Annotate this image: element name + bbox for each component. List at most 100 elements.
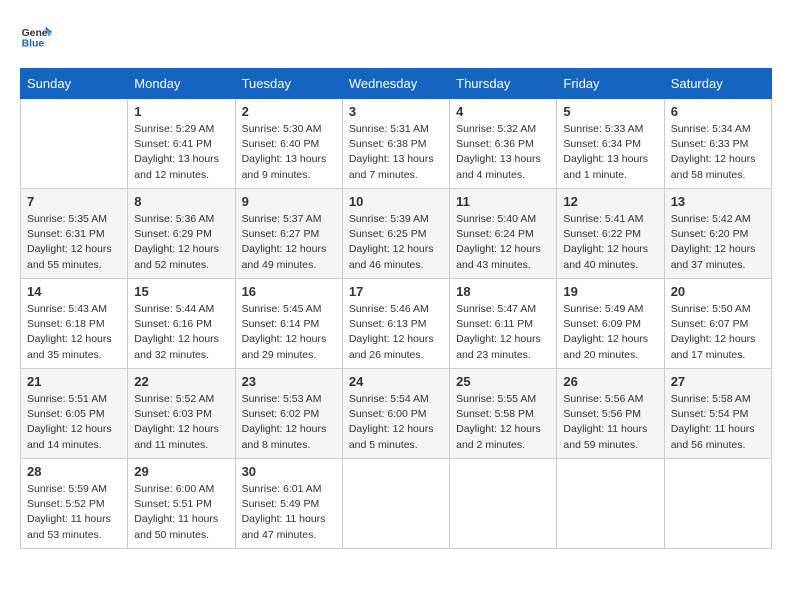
header-friday: Friday [557, 69, 664, 99]
day-number: 29 [134, 464, 228, 479]
day-number: 16 [242, 284, 336, 299]
calendar-header-row: SundayMondayTuesdayWednesdayThursdayFrid… [21, 69, 772, 99]
header-monday: Monday [128, 69, 235, 99]
day-info: Sunrise: 5:29 AMSunset: 6:41 PMDaylight:… [134, 122, 228, 183]
day-number: 20 [671, 284, 765, 299]
day-info: Sunrise: 5:54 AMSunset: 6:00 PMDaylight:… [349, 392, 443, 453]
day-info: Sunrise: 5:45 AMSunset: 6:14 PMDaylight:… [242, 302, 336, 363]
calendar-cell [557, 459, 664, 549]
day-info: Sunrise: 5:55 AMSunset: 5:58 PMDaylight:… [456, 392, 550, 453]
day-info: Sunrise: 5:37 AMSunset: 6:27 PMDaylight:… [242, 212, 336, 273]
day-info: Sunrise: 5:47 AMSunset: 6:11 PMDaylight:… [456, 302, 550, 363]
calendar-week-4: 21Sunrise: 5:51 AMSunset: 6:05 PMDayligh… [21, 369, 772, 459]
calendar-cell: 18 Sunrise: 5:47 AMSunset: 6:11 PMDayligh… [450, 279, 557, 369]
day-info: Sunrise: 5:35 AMSunset: 6:31 PMDaylight:… [27, 212, 121, 273]
header-tuesday: Tuesday [235, 69, 342, 99]
day-number: 9 [242, 194, 336, 209]
calendar-week-5: 28 Sunrise: 5:59 AMSunset: 5:52 PMDayligh… [21, 459, 772, 549]
calendar-cell: 9 Sunrise: 5:37 AMSunset: 6:27 PMDaylight… [235, 189, 342, 279]
calendar-cell: 27Sunrise: 5:58 AMSunset: 5:54 PMDayligh… [664, 369, 771, 459]
calendar-cell: 30 Sunrise: 6:01 AMSunset: 5:49 PMDayligh… [235, 459, 342, 549]
day-info: Sunrise: 5:56 AMSunset: 5:56 PMDaylight:… [563, 392, 657, 453]
calendar-cell [450, 459, 557, 549]
day-info: Sunrise: 5:44 AMSunset: 6:16 PMDaylight:… [134, 302, 228, 363]
day-number: 14 [27, 284, 121, 299]
day-number: 28 [27, 464, 121, 479]
day-number: 7 [27, 194, 121, 209]
header-sunday: Sunday [21, 69, 128, 99]
calendar-cell: 1 Sunrise: 5:29 AMSunset: 6:41 PMDaylight… [128, 99, 235, 189]
calendar-cell: 22 Sunrise: 5:52 AMSunset: 6:03 PMDayligh… [128, 369, 235, 459]
calendar-week-3: 14 Sunrise: 5:43 AMSunset: 6:18 PMDayligh… [21, 279, 772, 369]
calendar-cell [342, 459, 449, 549]
calendar-cell: 29 Sunrise: 6:00 AMSunset: 5:51 PMDayligh… [128, 459, 235, 549]
day-number: 26 [563, 374, 657, 389]
calendar-cell: 14 Sunrise: 5:43 AMSunset: 6:18 PMDayligh… [21, 279, 128, 369]
day-number: 15 [134, 284, 228, 299]
calendar-cell: 26 Sunrise: 5:56 AMSunset: 5:56 PMDayligh… [557, 369, 664, 459]
logo-icon: General Blue [20, 20, 52, 52]
day-info: Sunrise: 5:49 AMSunset: 6:09 PMDaylight:… [563, 302, 657, 363]
day-number: 24 [349, 374, 443, 389]
day-info: Sunrise: 5:33 AMSunset: 6:34 PMDaylight:… [563, 122, 657, 183]
day-info: Sunrise: 5:59 AMSunset: 5:52 PMDaylight:… [27, 482, 121, 543]
logo: General Blue [20, 20, 52, 52]
day-info: Sunrise: 5:58 AMSunset: 5:54 PMDaylight:… [671, 392, 765, 453]
calendar-cell: 19Sunrise: 5:49 AMSunset: 6:09 PMDayligh… [557, 279, 664, 369]
calendar-cell: 16 Sunrise: 5:45 AMSunset: 6:14 PMDayligh… [235, 279, 342, 369]
calendar-cell: 24 Sunrise: 5:54 AMSunset: 6:00 PMDayligh… [342, 369, 449, 459]
calendar-cell: 7 Sunrise: 5:35 AMSunset: 6:31 PMDaylight… [21, 189, 128, 279]
calendar-cell: 2Sunrise: 5:30 AMSunset: 6:40 PMDaylight… [235, 99, 342, 189]
day-info: Sunrise: 5:34 AMSunset: 6:33 PMDaylight:… [671, 122, 765, 183]
day-number: 18 [456, 284, 550, 299]
svg-text:Blue: Blue [22, 38, 45, 49]
calendar-cell: 11Sunrise: 5:40 AMSunset: 6:24 PMDayligh… [450, 189, 557, 279]
day-info: Sunrise: 5:42 AMSunset: 6:20 PMDaylight:… [671, 212, 765, 273]
calendar-cell: 17Sunrise: 5:46 AMSunset: 6:13 PMDayligh… [342, 279, 449, 369]
day-info: Sunrise: 5:41 AMSunset: 6:22 PMDaylight:… [563, 212, 657, 273]
day-info: Sunrise: 6:00 AMSunset: 5:51 PMDaylight:… [134, 482, 228, 543]
day-number: 4 [456, 104, 550, 119]
day-number: 10 [349, 194, 443, 209]
calendar-cell: 5 Sunrise: 5:33 AMSunset: 6:34 PMDaylight… [557, 99, 664, 189]
day-info: Sunrise: 6:01 AMSunset: 5:49 PMDaylight:… [242, 482, 336, 543]
calendar-cell: 6 Sunrise: 5:34 AMSunset: 6:33 PMDaylight… [664, 99, 771, 189]
header-thursday: Thursday [450, 69, 557, 99]
day-number: 11 [456, 194, 550, 209]
calendar-cell: 3 Sunrise: 5:31 AMSunset: 6:38 PMDaylight… [342, 99, 449, 189]
day-number: 13 [671, 194, 765, 209]
day-info: Sunrise: 5:46 AMSunset: 6:13 PMDaylight:… [349, 302, 443, 363]
day-number: 2 [242, 104, 336, 119]
day-info: Sunrise: 5:43 AMSunset: 6:18 PMDaylight:… [27, 302, 121, 363]
calendar-week-1: 1 Sunrise: 5:29 AMSunset: 6:41 PMDaylight… [21, 99, 772, 189]
day-number: 3 [349, 104, 443, 119]
day-number: 5 [563, 104, 657, 119]
day-number: 12 [563, 194, 657, 209]
calendar-table: SundayMondayTuesdayWednesdayThursdayFrid… [20, 68, 772, 549]
day-number: 6 [671, 104, 765, 119]
calendar-cell: 20 Sunrise: 5:50 AMSunset: 6:07 PMDayligh… [664, 279, 771, 369]
day-number: 8 [134, 194, 228, 209]
day-info: Sunrise: 5:52 AMSunset: 6:03 PMDaylight:… [134, 392, 228, 453]
calendar-cell: 28 Sunrise: 5:59 AMSunset: 5:52 PMDayligh… [21, 459, 128, 549]
calendar-cell: 12 Sunrise: 5:41 AMSunset: 6:22 PMDayligh… [557, 189, 664, 279]
header-saturday: Saturday [664, 69, 771, 99]
calendar-cell: 15 Sunrise: 5:44 AMSunset: 6:16 PMDayligh… [128, 279, 235, 369]
calendar-cell: 10Sunrise: 5:39 AMSunset: 6:25 PMDayligh… [342, 189, 449, 279]
day-number: 25 [456, 374, 550, 389]
calendar-cell: 8Sunrise: 5:36 AMSunset: 6:29 PMDaylight… [128, 189, 235, 279]
day-number: 1 [134, 104, 228, 119]
day-info: Sunrise: 5:51 AMSunset: 6:05 PMDaylight:… [27, 392, 121, 453]
day-info: Sunrise: 5:31 AMSunset: 6:38 PMDaylight:… [349, 122, 443, 183]
day-info: Sunrise: 5:32 AMSunset: 6:36 PMDaylight:… [456, 122, 550, 183]
day-info: Sunrise: 5:50 AMSunset: 6:07 PMDaylight:… [671, 302, 765, 363]
day-number: 30 [242, 464, 336, 479]
day-number: 23 [242, 374, 336, 389]
header-wednesday: Wednesday [342, 69, 449, 99]
calendar-cell: 25 Sunrise: 5:55 AMSunset: 5:58 PMDayligh… [450, 369, 557, 459]
day-number: 22 [134, 374, 228, 389]
calendar-cell [21, 99, 128, 189]
calendar-week-2: 7 Sunrise: 5:35 AMSunset: 6:31 PMDaylight… [21, 189, 772, 279]
calendar-cell [664, 459, 771, 549]
calendar-cell: 21Sunrise: 5:51 AMSunset: 6:05 PMDayligh… [21, 369, 128, 459]
